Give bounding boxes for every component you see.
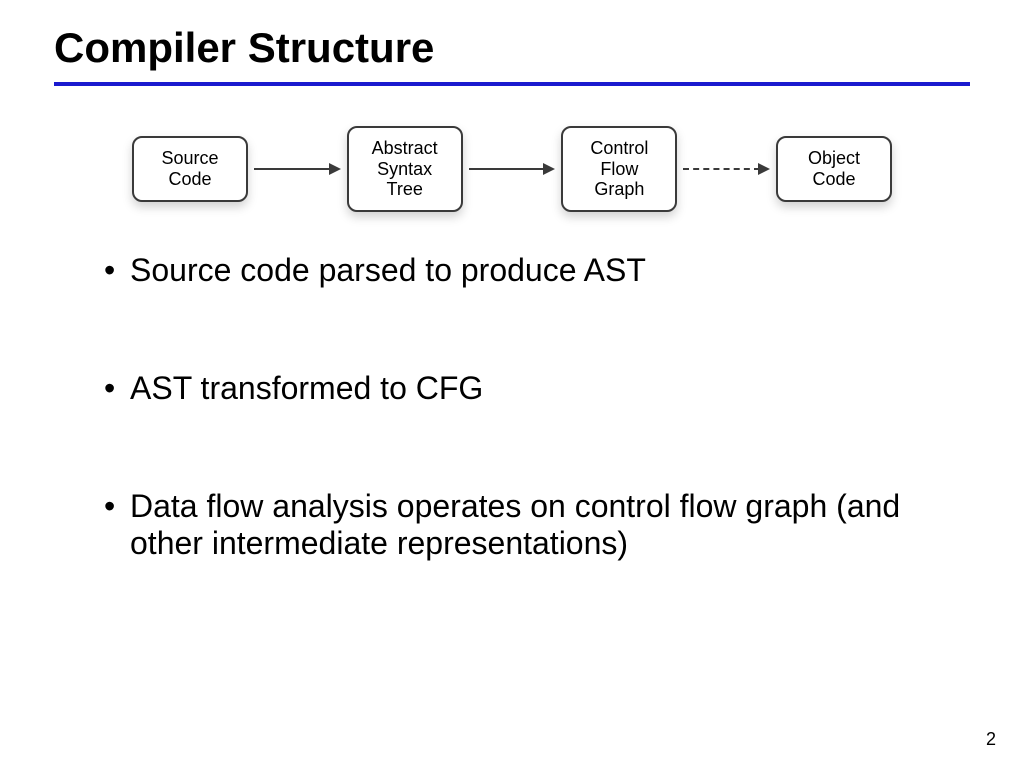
slide-title: Compiler Structure — [54, 24, 970, 72]
arrow-head-icon — [329, 163, 341, 175]
diagram-box-object-code: Object Code — [776, 136, 892, 201]
arrow-head-icon — [543, 163, 555, 175]
diagram-box-ast: Abstract Syntax Tree — [347, 126, 463, 212]
bullet-list: Source code parsed to produce AST AST tr… — [54, 252, 970, 563]
diagram-box-source-code: Source Code — [132, 136, 248, 201]
arrow-line-dashed — [683, 168, 760, 170]
page-number: 2 — [986, 729, 996, 750]
arrow-head-icon — [758, 163, 770, 175]
bullet-item: Source code parsed to produce AST — [104, 252, 970, 290]
arrow-line — [254, 168, 331, 170]
bullet-item: Data flow analysis operates on control f… — [104, 488, 970, 564]
diagram-arrow-1 — [254, 168, 341, 170]
compiler-diagram: Source Code Abstract Syntax Tree Control… — [132, 126, 892, 212]
diagram-arrow-2 — [469, 168, 556, 170]
slide: Compiler Structure Source Code Abstract … — [0, 0, 1024, 768]
diagram-arrow-3 — [683, 168, 770, 170]
title-underline — [54, 82, 970, 86]
diagram-box-cfg: Control Flow Graph — [561, 126, 677, 212]
arrow-line — [469, 168, 546, 170]
bullet-item: AST transformed to CFG — [104, 370, 970, 408]
